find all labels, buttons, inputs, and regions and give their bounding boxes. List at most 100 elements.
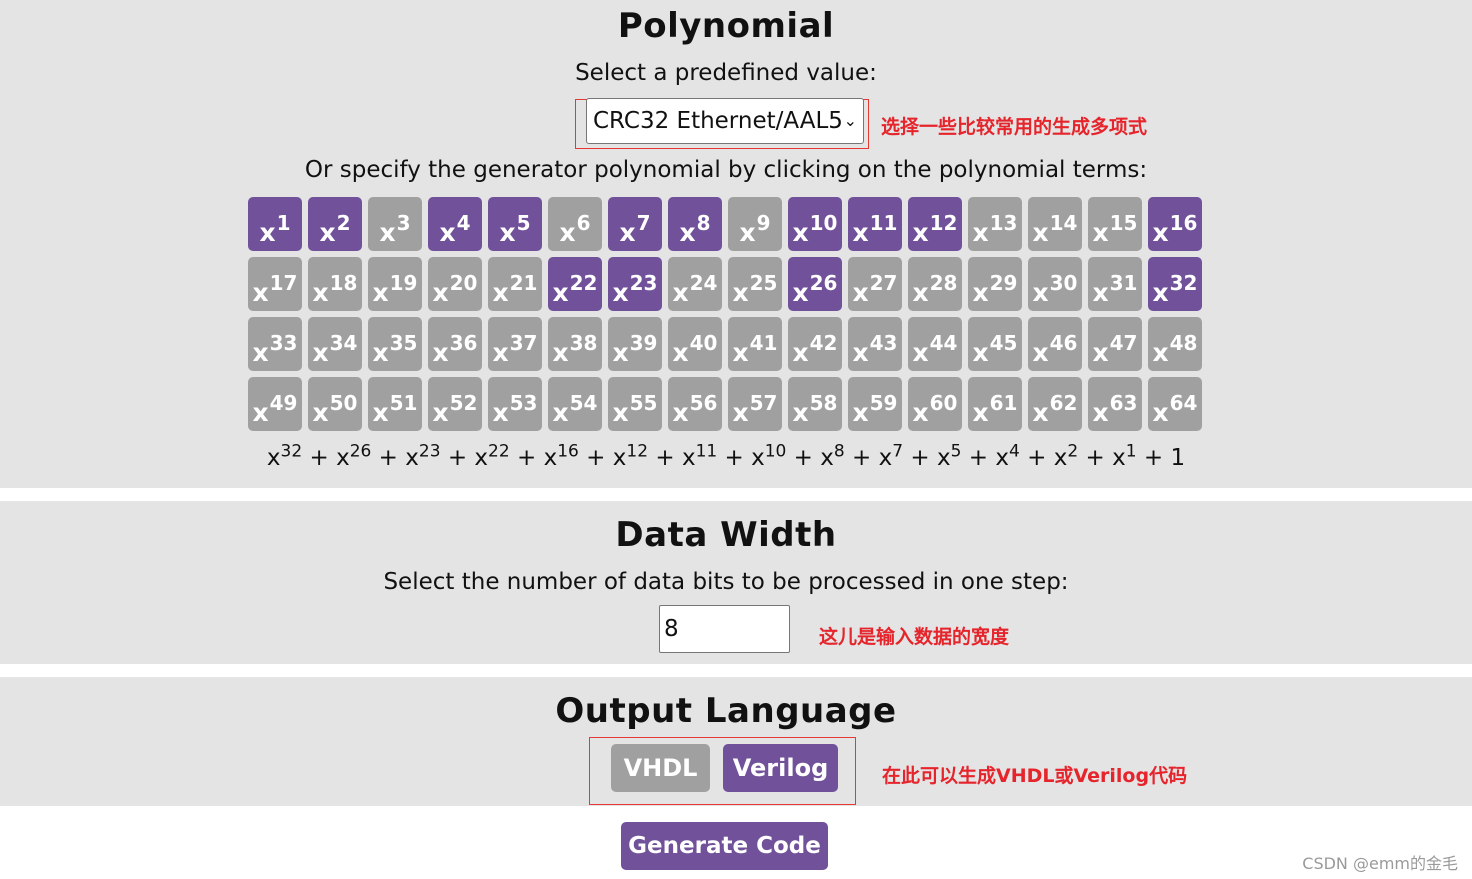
term-exponent: 52 <box>449 391 478 415</box>
term-x41-button[interactable]: x 41 <box>728 317 782 371</box>
term-x56-button[interactable]: x 56 <box>668 377 722 431</box>
term-x54-button[interactable]: x 54 <box>548 377 602 431</box>
term-x27-button[interactable]: x 27 <box>848 257 902 311</box>
term-x47-button[interactable]: x 47 <box>1088 317 1142 371</box>
term-exponent: 38 <box>569 331 598 355</box>
term-x25-button[interactable]: x 25 <box>728 257 782 311</box>
output-language-title: Output Language <box>555 691 897 731</box>
predefined-polynomial-select[interactable]: CRC32 Ethernet/AAL5 ⌄ <box>586 98 864 144</box>
term-x18-button[interactable]: x 18 <box>308 257 362 311</box>
term-x35-button[interactable]: x 35 <box>368 317 422 371</box>
term-x38-button[interactable]: x 38 <box>548 317 602 371</box>
term-x24-button[interactable]: x 24 <box>668 257 722 311</box>
term-x33-button[interactable]: x 33 <box>248 317 302 371</box>
term-x5-button[interactable]: x5 <box>488 197 542 251</box>
term-x42-button[interactable]: x 42 <box>788 317 842 371</box>
term-exponent: 27 <box>869 271 898 295</box>
term-base: x <box>912 218 929 247</box>
term-x17-button[interactable]: x 17 <box>248 257 302 311</box>
expression-constant: 1 <box>1170 445 1186 471</box>
chevron-down-icon: ⌄ <box>843 111 857 130</box>
term-x31-button[interactable]: x 31 <box>1088 257 1142 311</box>
term-base: x <box>972 218 989 247</box>
term-x37-button[interactable]: x 37 <box>488 317 542 371</box>
term-exponent: 36 <box>449 331 478 355</box>
term-x9-button[interactable]: x9 <box>728 197 782 251</box>
term-exponent: 5 <box>516 211 531 235</box>
term-x23-button[interactable]: x 23 <box>608 257 662 311</box>
term-x26-button[interactable]: x 26 <box>788 257 842 311</box>
term-x36-button[interactable]: x 36 <box>428 317 482 371</box>
term-x14-button[interactable]: x 14 <box>1028 197 1082 251</box>
term-x15-button[interactable]: x 15 <box>1088 197 1142 251</box>
term-exponent: 35 <box>389 331 418 355</box>
generate-code-button[interactable]: Generate Code <box>621 822 828 870</box>
term-base: x <box>492 278 509 307</box>
term-x51-button[interactable]: x 51 <box>368 377 422 431</box>
term-x63-button[interactable]: x 63 <box>1088 377 1142 431</box>
term-exponent: 19 <box>389 271 418 295</box>
expression-term: x2 <box>1053 441 1079 471</box>
term-x30-button[interactable]: x 30 <box>1028 257 1082 311</box>
term-base: x <box>792 218 809 247</box>
term-x3-button[interactable]: x3 <box>368 197 422 251</box>
term-x58-button[interactable]: x 58 <box>788 377 842 431</box>
term-x44-button[interactable]: x 44 <box>908 317 962 371</box>
expression-term: x1 <box>1112 441 1137 471</box>
term-exponent: 30 <box>1049 271 1078 295</box>
term-base: x <box>312 278 329 307</box>
term-x40-button[interactable]: x 40 <box>668 317 722 371</box>
term-base: x <box>912 278 929 307</box>
expression-term: x5 <box>937 441 962 471</box>
terms-prompt: Or specify the generator polynomial by c… <box>304 157 1148 183</box>
term-x4-button[interactable]: x4 <box>428 197 482 251</box>
term-x16-button[interactable]: x 16 <box>1148 197 1202 251</box>
term-base: x <box>732 278 749 307</box>
language-annotation: 在此可以生成VHDL或Verilog代码 <box>882 765 1188 787</box>
term-exponent: 56 <box>689 391 718 415</box>
term-exponent: 6 <box>576 211 591 235</box>
term-x57-button[interactable]: x 57 <box>728 377 782 431</box>
expression-term: x10 <box>751 441 787 471</box>
term-exponent: 39 <box>629 331 658 355</box>
term-x60-button[interactable]: x 60 <box>908 377 962 431</box>
term-x59-button[interactable]: x 59 <box>848 377 902 431</box>
term-x55-button[interactable]: x 55 <box>608 377 662 431</box>
term-x20-button[interactable]: x 20 <box>428 257 482 311</box>
data-width-input[interactable]: 8 <box>659 605 790 653</box>
term-x50-button[interactable]: x 50 <box>308 377 362 431</box>
term-x48-button[interactable]: x 48 <box>1148 317 1202 371</box>
term-x45-button[interactable]: x 45 <box>968 317 1022 371</box>
term-x1-button[interactable]: x1 <box>248 197 302 251</box>
term-x21-button[interactable]: x 21 <box>488 257 542 311</box>
term-x10-button[interactable]: x 10 <box>788 197 842 251</box>
watermark: CSDN @emm的金毛 <box>1302 854 1458 873</box>
term-exponent: 44 <box>929 331 958 355</box>
term-x12-button[interactable]: x 12 <box>908 197 962 251</box>
term-x29-button[interactable]: x 29 <box>968 257 1022 311</box>
term-x64-button[interactable]: x 64 <box>1148 377 1202 431</box>
term-x46-button[interactable]: x 46 <box>1028 317 1082 371</box>
term-x53-button[interactable]: x 53 <box>488 377 542 431</box>
term-x2-button[interactable]: x2 <box>308 197 362 251</box>
term-x13-button[interactable]: x 13 <box>968 197 1022 251</box>
term-x34-button[interactable]: x 34 <box>308 317 362 371</box>
vhdl-button[interactable]: VHDL <box>611 744 710 792</box>
term-x19-button[interactable]: x 19 <box>368 257 422 311</box>
term-x52-button[interactable]: x 52 <box>428 377 482 431</box>
term-x7-button[interactable]: x7 <box>608 197 662 251</box>
term-x28-button[interactable]: x 28 <box>908 257 962 311</box>
term-x43-button[interactable]: x 43 <box>848 317 902 371</box>
term-x49-button[interactable]: x 49 <box>248 377 302 431</box>
term-x39-button[interactable]: x 39 <box>608 317 662 371</box>
term-x32-button[interactable]: x 32 <box>1148 257 1202 311</box>
term-x6-button[interactable]: x6 <box>548 197 602 251</box>
term-base: x <box>792 398 809 427</box>
term-base: x <box>912 398 929 427</box>
term-x8-button[interactable]: x8 <box>668 197 722 251</box>
verilog-button[interactable]: Verilog <box>723 744 838 792</box>
term-x62-button[interactable]: x 62 <box>1028 377 1082 431</box>
term-x22-button[interactable]: x 22 <box>548 257 602 311</box>
term-x61-button[interactable]: x 61 <box>968 377 1022 431</box>
term-x11-button[interactable]: x 11 <box>848 197 902 251</box>
